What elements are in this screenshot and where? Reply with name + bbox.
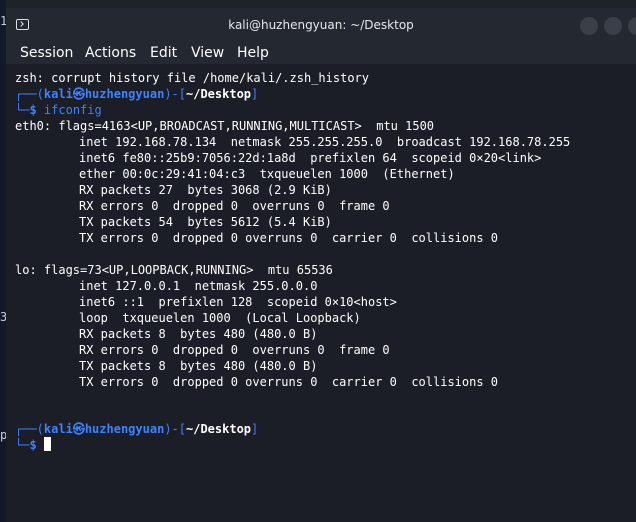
prompt-symbol: $ <box>29 103 37 117</box>
output-line: RX packets 27 bytes 3068 (2.9 KiB) <box>79 183 332 197</box>
output-line: RX errors 0 dropped 0 overruns 0 frame 0 <box>79 343 390 357</box>
output-line: inet6 fe80::25b9:7056:22d:1a8d prefixlen… <box>79 151 542 165</box>
output-line: ether 00:0c:29:41:04:c3 txqueuelen 1000 … <box>79 167 455 181</box>
output-line: TX errors 0 dropped 0 overruns 0 carrier… <box>79 231 499 245</box>
output-line: TX errors 0 dropped 0 overruns 0 carrier… <box>79 375 499 389</box>
text-cursor <box>43 437 51 451</box>
menu-bar: Session Actions Edit View Help <box>6 42 636 64</box>
output-line: inet6 ::1 prefixlen 128 scopeid 0×10<hos… <box>79 295 397 309</box>
menu-help[interactable]: Help <box>237 42 269 64</box>
terminal-window: kali@huzhengyuan: ~/Desktop Session Acti… <box>6 8 636 522</box>
menu-edit[interactable]: Edit <box>150 42 177 64</box>
output-line: TX packets 8 bytes 480 (480.0 B) <box>79 359 318 373</box>
output-line: inet 127.0.0.1 netmask 255.0.0.0 <box>79 279 318 293</box>
terminal-output[interactable]: zsh: corrupt history file /home/kali/.zs… <box>6 68 636 522</box>
minimize-button[interactable] <box>580 17 598 35</box>
menu-view[interactable]: View <box>191 42 224 64</box>
prompt-dir: ~/Desktop <box>186 422 252 436</box>
prompt-symbol: $ <box>29 438 37 452</box>
command-line: └─$ ifconfig <box>15 103 102 117</box>
prompt-user: kali <box>43 87 73 101</box>
prompt-at-glyph: ㉿ <box>72 87 85 101</box>
prompt-host: huzhengyuan <box>84 87 165 101</box>
prompt-user: kali <box>43 422 73 436</box>
menu-session[interactable]: Session <box>20 42 73 64</box>
window-title: kali@huzhengyuan: ~/Desktop <box>228 18 414 32</box>
prompt-at-glyph: ㉿ <box>72 422 85 436</box>
output-line: lo: flags=73<UP,LOOPBACK,RUNNING> mtu 65… <box>15 263 333 277</box>
prompt-dir: ~/Desktop <box>186 87 252 101</box>
output-line: eth0: flags=4163<UP,BROADCAST,RUNNING,MU… <box>15 119 435 133</box>
maximize-button[interactable] <box>604 17 622 35</box>
titlebar[interactable]: kali@huzhengyuan: ~/Desktop <box>6 8 636 42</box>
command-text: ifconfig <box>43 103 102 117</box>
menu-actions[interactable]: Actions <box>85 42 136 64</box>
output-line: TX packets 54 bytes 5612 (5.4 KiB) <box>79 215 332 229</box>
output-line: inet 192.168.78.134 netmask 255.255.255.… <box>79 135 571 149</box>
input-line[interactable]: └─$ <box>15 437 51 453</box>
output-line: loop txqueuelen 1000 (Local Loopback) <box>79 311 361 325</box>
history-warning: zsh: corrupt history file /home/kali/.zs… <box>15 71 370 85</box>
output-line: RX packets 8 bytes 480 (480.0 B) <box>79 327 318 341</box>
prompt-host: huzhengyuan <box>84 422 165 436</box>
prompt-line: ┌──(kali㉿huzhengyuan)-[~/Desktop] <box>15 87 259 101</box>
prompt-line: ┌──(kali㉿huzhengyuan)-[~/Desktop] <box>15 422 259 436</box>
output-line: RX errors 0 dropped 0 overruns 0 frame 0 <box>79 199 390 213</box>
